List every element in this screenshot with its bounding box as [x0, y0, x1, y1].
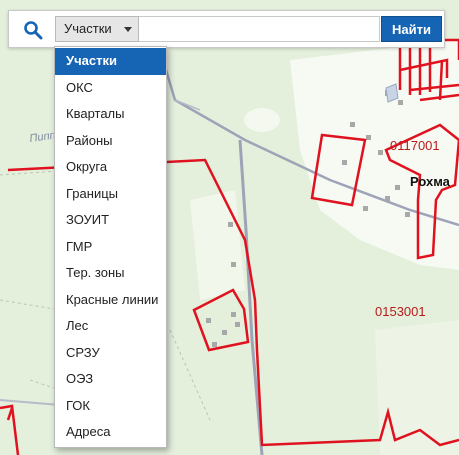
dropdown-item-gmr[interactable]: ГМР — [55, 234, 166, 261]
dropdown-item-kvartaly[interactable]: Кварталы — [55, 101, 166, 128]
dropdown-item-rayony[interactable]: Районы — [55, 128, 166, 155]
search-input[interactable] — [139, 16, 380, 42]
dropdown-item-les[interactable]: Лес — [55, 313, 166, 340]
layer-select[interactable]: Участки — [55, 16, 139, 42]
clearing-small — [244, 108, 280, 132]
search-icon[interactable] — [23, 20, 43, 40]
dropdown-item-oks[interactable]: ОКС — [55, 75, 166, 102]
dropdown-item-granitsy[interactable]: Границы — [55, 181, 166, 208]
village-label: Рохма — [410, 174, 451, 189]
dropdown-item-krasnye-linii[interactable]: Красные линии — [55, 287, 166, 314]
clearing-south — [375, 320, 459, 455]
dropdown-item-uchastki[interactable]: Участки — [55, 48, 166, 75]
quarter-label: 0117001 — [390, 138, 440, 153]
dropdown-item-srzu[interactable]: СРЗУ — [55, 340, 166, 367]
find-button[interactable]: Найти — [381, 16, 442, 42]
dropdown-item-gok[interactable]: ГОК — [55, 393, 166, 420]
dropdown-item-zouit[interactable]: ЗОУИТ — [55, 207, 166, 234]
dropdown-item-oez[interactable]: ОЭЗ — [55, 366, 166, 393]
layer-dropdown-menu: Участки ОКС Кварталы Районы Округа Грани… — [54, 46, 167, 448]
chevron-down-icon — [124, 27, 132, 32]
dropdown-item-adresa[interactable]: Адреса — [55, 419, 166, 446]
dropdown-item-okruga[interactable]: Округа — [55, 154, 166, 181]
search-bar: Участки Найти — [8, 10, 445, 48]
layer-select-value: Участки — [64, 21, 112, 36]
dropdown-item-ter-zony[interactable]: Тер. зоны — [55, 260, 166, 287]
quarter-label: 0153001 — [375, 304, 426, 319]
